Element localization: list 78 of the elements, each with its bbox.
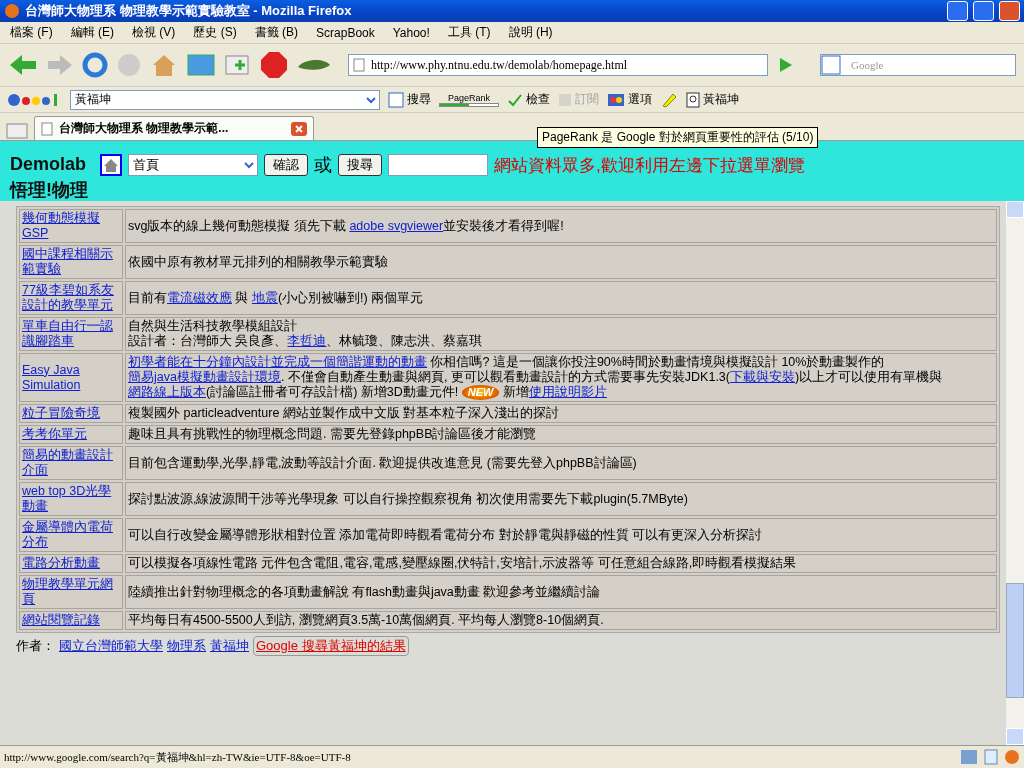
- description-text: 探討點波源,線波源間干涉等光學現象 可以自行操控觀察視角 初次使用需要先下載plugin(5.7MByte): [125, 482, 997, 516]
- highlighter-icon[interactable]: [660, 91, 678, 108]
- text-link[interactable]: 李哲迪: [287, 334, 327, 348]
- menu-item[interactable]: 工具 (T): [447, 24, 491, 41]
- address-field[interactable]: http://www.phy.ntnu.edu.tw/demolab/homepage.html: [348, 54, 768, 76]
- reload-icon[interactable]: [82, 52, 108, 78]
- confirm-button[interactable]: 確認: [264, 154, 308, 176]
- new-tab-icon[interactable]: [6, 122, 28, 140]
- toolbar-button[interactable]: 檢查: [507, 91, 550, 108]
- menu-item[interactable]: ScrapBook: [316, 25, 375, 40]
- minimize-button[interactable]: [947, 1, 968, 21]
- menu-item[interactable]: 檢視 (V): [132, 24, 176, 41]
- or-text: 或: [314, 154, 332, 177]
- description-text: 自然與生活科技教學模組設計 設計者：台灣師大 吳良彥、李哲迪、林毓瓊、陳志洪、蔡嘉琪: [125, 317, 997, 351]
- window-title: 台灣師大物理系 物理教學示範實驗教室 - Mozilla Firefox: [25, 2, 353, 20]
- text-link[interactable]: adobe svgviewer: [349, 218, 444, 233]
- leaf-icon[interactable]: [296, 57, 332, 73]
- options-icon[interactable]: [607, 91, 625, 108]
- status-icon[interactable]: [960, 749, 978, 765]
- brand-text: 悟理!物理: [10, 179, 88, 201]
- page-select[interactable]: 首頁: [128, 154, 258, 176]
- author-link[interactable]: 物理系: [167, 637, 206, 655]
- description-text: 陸續推出針對物理概念的各項動畫解說 有flash動畫與java動畫 歡迎參考並繼續討論: [125, 575, 997, 609]
- description-text: 目前有電流磁效應 與 地震(小心別被嚇到!) 兩個單元: [125, 281, 997, 315]
- sidebar-icon[interactable]: [984, 749, 998, 765]
- page-icon[interactable]: [353, 58, 365, 72]
- menu-item[interactable]: 檔案 (F): [10, 24, 53, 41]
- notice-text: 網站資料眾多,歡迎利用左邊下拉選單瀏覽: [494, 154, 805, 177]
- firefox-icon[interactable]: [4, 3, 20, 19]
- status-text: http://www.google.com/search?q=黃福坤&hl=zh-TW&ie=UTF-8&oe=UTF-8: [4, 749, 352, 765]
- description-text: 初學者能在十分鐘內設計並完成一個簡諧運動的動畫 你相信嗎? 這是一個讓你投注90%時間於動畫情境與模擬設計 10%於動畫製作的 簡易java模擬動畫設計環境. 不僅會自動產生動畫與網頁, 更可以觀看動畫設計的方式需要事先安裝JDK1.3(下載與安裝)以上才可以使用有單機與 網路線上版本(討論區註冊者可存設計檔) 新增3D動畫元件! NEW 新增使用說明影片: [125, 353, 997, 402]
- text-link[interactable]: 網路線上版本: [128, 385, 206, 399]
- back-icon[interactable]: [8, 52, 38, 78]
- description-text: 目前包含運動學,光學,靜電,波動等設計介面. 歡迎提供改進意見 (需要先登入phpBB討論區): [125, 446, 997, 480]
- description-text: 複製國外 particleadventure 網站並製作成中文版 對基本粒子深入淺出的探討: [125, 404, 997, 423]
- menu-item[interactable]: 說明 (H): [508, 24, 553, 41]
- description-text: 依國中原有教材單元排列的相關教學示範實驗: [125, 245, 997, 279]
- close-button[interactable]: [999, 1, 1020, 21]
- brand-text: Demolab: [10, 153, 88, 176]
- firefox-icon[interactable]: [1004, 749, 1020, 765]
- menu-item[interactable]: 編輯 (E): [70, 24, 114, 41]
- author-link[interactable]: 黃福坤: [210, 637, 249, 655]
- new-badge: NEW: [461, 385, 500, 400]
- text-link[interactable]: 使用說明影片: [528, 385, 607, 399]
- close-icon[interactable]: [291, 121, 307, 136]
- text-link[interactable]: 初學者能在十分鐘內設計並完成一個簡諧運動的動畫: [128, 355, 427, 369]
- search-input[interactable]: [388, 154, 488, 176]
- menu-item[interactable]: 書籤 (B): [254, 24, 299, 41]
- toolbar-button[interactable]: 選項: [607, 91, 652, 108]
- scrollbar[interactable]: [1006, 201, 1024, 745]
- pagerank-meter[interactable]: PageRank: [439, 92, 499, 107]
- description-text: 可以自行改變金屬導體形狀相對位置 添加電荷即時觀看電荷分布 對於靜電與靜磁的性質 可以有更深入分析探討: [125, 518, 997, 552]
- tooltip: PageRank 是 Google 對於網頁重要性的評估 (5/10): [537, 127, 819, 148]
- magnifier-icon[interactable]: [686, 91, 700, 108]
- forward-icon[interactable]: [46, 52, 74, 78]
- description-text: 趣味且具有挑戰性的物理概念問題. 需要先登錄phpBB討論區後才能瀏覽: [125, 425, 997, 444]
- author-link[interactable]: 國立台灣師範大學: [59, 637, 163, 655]
- google-search-link[interactable]: Google 搜尋黃福坤的結果: [253, 636, 409, 656]
- menu-item[interactable]: 歷史 (S): [193, 24, 237, 41]
- text-link[interactable]: 電流磁效應: [167, 290, 232, 305]
- maximize-button[interactable]: [973, 1, 994, 21]
- home-icon[interactable]: [100, 154, 122, 176]
- description-text: svg版本的線上幾何動態模擬 須先下載 adobe svgviewer並安裝後才看得到喔!: [125, 209, 997, 243]
- description-text: 平均每日有4500-5500人到訪, 瀏覽網頁3.5萬-10萬個網頁. 平均每人瀏覽8-10個網頁.: [125, 611, 997, 630]
- page-icon[interactable]: [41, 121, 53, 136]
- text-link[interactable]: 簡易java模擬動畫設計環境: [128, 370, 281, 384]
- search-button[interactable]: 搜尋: [338, 154, 382, 176]
- toolbar-button[interactable]: 搜尋: [388, 91, 431, 108]
- google-search-field[interactable]: 黃福坤: [70, 89, 380, 110]
- browser-tab[interactable]: 台灣師大物理系 物理教學示範...: [34, 116, 314, 140]
- author-label: 作者：: [16, 637, 55, 655]
- add-icon[interactable]: [224, 52, 252, 78]
- menu-item[interactable]: Yahoo!: [392, 25, 430, 40]
- toolbar-button[interactable]: 黃福坤: [686, 91, 739, 108]
- description-text: 可以模擬各項線性電路 元件包含電阻,電容,電感,變壓線圈,伏特計,安培計,示波器等 可任意組合線路,即時觀看模擬結果: [125, 554, 997, 573]
- stop-sign-icon[interactable]: [260, 51, 288, 79]
- text-link[interactable]: 地震: [251, 290, 278, 305]
- text-link[interactable]: 下載與安裝: [730, 370, 795, 384]
